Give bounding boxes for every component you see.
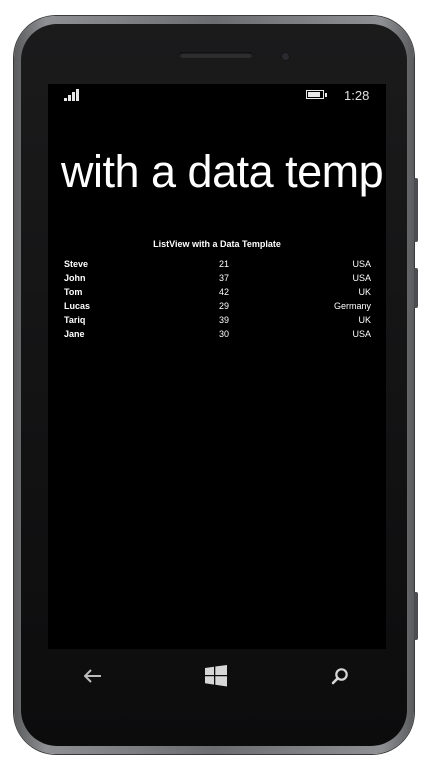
search-icon [331,668,348,685]
person-age: 30 [218,329,229,339]
list-item[interactable]: Lucas 29 Germany [64,299,371,313]
person-name: Lucas [64,301,91,311]
phone-screen: 1:28 with a data template ListView with … [48,84,386,649]
signal-strength-icon [64,88,86,101]
front-camera [282,53,289,60]
person-country: USA [352,329,371,339]
list-header: ListView with a Data Template [153,239,281,249]
windows-logo-icon [205,665,227,687]
person-age: 29 [218,301,229,311]
back-button[interactable] [78,661,108,691]
list-item[interactable]: Steve 21 USA [64,257,371,271]
search-button[interactable] [325,661,355,691]
status-bar: 1:28 [48,84,386,106]
page-title: with a data template [61,146,386,197]
person-country: UK [358,287,371,297]
person-name: Steve [64,259,89,269]
person-country: Germany [333,301,371,311]
person-age: 37 [218,273,229,283]
back-arrow-icon [84,669,101,683]
earpiece-speaker [179,52,253,58]
person-name: Tariq [64,315,86,325]
person-name: Jane [64,329,85,339]
person-age: 39 [218,315,229,325]
status-time: 1:28 [344,88,370,103]
power-button[interactable] [414,268,418,308]
list-item[interactable]: Tom 42 UK [64,285,371,299]
person-name: Tom [64,287,83,297]
volume-button[interactable] [414,178,418,242]
person-age: 21 [218,259,229,269]
navigation-bar [48,649,386,707]
list-view[interactable]: Steve 21 USA John 37 USA Tom 42 UK Lucas… [64,257,371,341]
list-item[interactable]: Tariq 39 UK [64,313,371,327]
camera-button[interactable] [414,592,418,640]
person-age: 42 [218,287,229,297]
list-item[interactable]: John 37 USA [64,271,371,285]
battery-icon [306,90,327,99]
start-button[interactable] [201,661,231,691]
person-name: John [64,273,86,283]
person-country: USA [352,259,371,269]
list-item[interactable]: Jane 30 USA [64,327,371,341]
person-country: USA [352,273,371,283]
person-country: UK [358,315,371,325]
